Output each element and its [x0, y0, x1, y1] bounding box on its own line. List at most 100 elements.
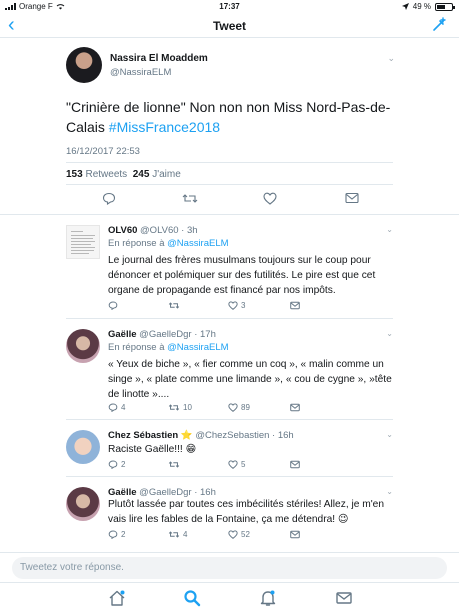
- reply-menu-chevron-icon[interactable]: ⌄: [386, 329, 393, 338]
- reply-avatar[interactable]: [66, 225, 100, 259]
- reply-author[interactable]: Gaëlle @GaelleDgr · 17h: [108, 329, 216, 340]
- tweet-menu-chevron-icon[interactable]: ⌄: [387, 53, 395, 64]
- like-button[interactable]: 89: [228, 403, 250, 412]
- retweets-count[interactable]: 153: [66, 169, 83, 180]
- message-envelope-icon: [290, 460, 300, 469]
- retweet-button[interactable]: [168, 301, 183, 310]
- clock: 17:37: [219, 2, 240, 11]
- reply-handle-time: @ChezSebastien · 16h: [195, 430, 294, 441]
- retweets-label[interactable]: Retweets: [85, 169, 127, 180]
- reply-actions: 3: [108, 301, 358, 313]
- messages-envelope-icon[interactable]: [335, 589, 353, 607]
- likes-label[interactable]: J'aime: [152, 169, 181, 180]
- in-reply-handle-link[interactable]: @NassiraELM: [167, 342, 228, 353]
- like-heart-icon: [228, 530, 238, 539]
- reply-tweet[interactable]: Gaëlle @GaelleDgr · 17h ⌄ En réponse à @…: [66, 319, 393, 420]
- reply-author-name[interactable]: OLV60: [108, 225, 137, 236]
- reply-composer: Tweetez votre réponse.: [0, 552, 459, 580]
- reply-menu-chevron-icon[interactable]: ⌄: [386, 225, 393, 234]
- author-avatar[interactable]: [66, 47, 102, 83]
- likes-count[interactable]: 245: [133, 169, 150, 180]
- reply-author[interactable]: Chez Sébastien ⭐ @ChezSebastien · 16h: [108, 430, 294, 441]
- like-heart-icon[interactable]: [263, 192, 277, 205]
- reply-input[interactable]: Tweetez votre réponse.: [12, 557, 447, 579]
- reply-text: Raciste Gaëlle!!! 😁: [108, 444, 197, 455]
- dm-button[interactable]: [290, 530, 300, 539]
- reply-actions: 2 5: [108, 460, 358, 472]
- status-right: 49 %: [401, 2, 455, 11]
- like-heart-icon: [228, 460, 238, 469]
- like-button[interactable]: 3: [228, 301, 245, 310]
- retweet-icon[interactable]: [182, 192, 198, 205]
- message-envelope-icon[interactable]: [345, 192, 359, 204]
- author-name[interactable]: Nassira El Moaddem: [110, 53, 208, 64]
- notifications-bell-icon[interactable]: [259, 589, 277, 607]
- reply-text: Le journal des frères musulmans toujours…: [108, 255, 376, 296]
- in-reply-prefix: En réponse à: [108, 342, 168, 353]
- search-icon[interactable]: [183, 589, 201, 607]
- retweet-icon: [168, 531, 180, 538]
- reply-actions: 2 4 52: [108, 530, 358, 542]
- reply-icon: [108, 530, 118, 539]
- dm-button[interactable]: [290, 301, 300, 310]
- reply-author-name[interactable]: Chez Sébastien: [108, 430, 178, 441]
- reply-icon: [108, 301, 118, 310]
- reply-handle-time: @GaelleDgr · 17h: [139, 329, 216, 340]
- like-heart-icon: [228, 403, 238, 412]
- reply-button[interactable]: 2: [108, 460, 125, 469]
- retweet-button[interactable]: [168, 460, 183, 469]
- retweet-icon: [168, 404, 180, 411]
- message-envelope-icon: [290, 403, 300, 412]
- reply-avatar[interactable]: [66, 430, 100, 464]
- compose-tweet-icon[interactable]: [431, 17, 447, 33]
- reply-icon: [108, 403, 118, 412]
- author-handle[interactable]: @NassiraELM: [110, 67, 171, 78]
- home-icon[interactable]: [108, 589, 126, 607]
- star-icon: ⭐: [180, 430, 193, 441]
- reply-avatar[interactable]: [66, 329, 100, 363]
- page-title: Tweet: [212, 19, 247, 33]
- retweet-count: 4: [183, 530, 188, 539]
- battery-label: 49 %: [412, 2, 431, 11]
- reply-tweet[interactable]: OLV60 @OLV60 · 3h ⌄ En réponse à @Nassir…: [66, 215, 393, 319]
- reply-button[interactable]: 2: [108, 530, 125, 539]
- reply-author-name[interactable]: Gaëlle: [108, 329, 137, 340]
- reply-tweet[interactable]: Chez Sébastien ⭐ @ChezSebastien · 16h ⌄ …: [66, 420, 393, 477]
- like-count: 89: [241, 403, 250, 412]
- reply-tweet[interactable]: Gaëlle @GaelleDgr · 16h ⌄ Plutôt lassée …: [66, 477, 393, 549]
- reply-avatar[interactable]: [66, 487, 100, 521]
- tweet-timestamp: 16/12/2017 22:53: [66, 146, 140, 157]
- like-count: 5: [241, 460, 246, 469]
- reply-menu-chevron-icon[interactable]: ⌄: [386, 487, 393, 496]
- in-reply-to: En réponse à @NassiraELM: [108, 238, 229, 249]
- retweet-count: 10: [183, 403, 192, 412]
- tweet-actions: [66, 184, 393, 208]
- retweet-icon: [168, 302, 180, 309]
- reply-icon: [108, 460, 118, 469]
- reply-menu-chevron-icon[interactable]: ⌄: [386, 430, 393, 439]
- dm-button[interactable]: [290, 403, 300, 412]
- main-tweet: Nassira El Moaddem @NassiraELM ⌄ "Criniè…: [0, 39, 459, 215]
- reply-text: Plutôt lassée par toutes ces imbécilités…: [108, 499, 384, 525]
- reply-count: 2: [121, 530, 126, 539]
- reply-count: 2: [121, 460, 126, 469]
- in-reply-prefix: En réponse à: [108, 238, 168, 249]
- reply-author[interactable]: OLV60 @OLV60 · 3h: [108, 225, 198, 236]
- retweet-button[interactable]: 4: [168, 530, 187, 539]
- like-button[interactable]: 5: [228, 460, 245, 469]
- reply-actions: 4 10 89: [108, 403, 358, 415]
- retweet-icon: [168, 461, 180, 468]
- reply-button[interactable]: 4: [108, 403, 125, 412]
- location-arrow-icon: [401, 3, 409, 10]
- in-reply-handle-link[interactable]: @NassiraELM: [167, 238, 228, 249]
- in-reply-to: En réponse à @NassiraELM: [108, 342, 229, 353]
- reply-icon[interactable]: [102, 192, 116, 205]
- retweet-button[interactable]: 10: [168, 403, 192, 412]
- like-button[interactable]: 52: [228, 530, 250, 539]
- tweet-stats: 153 Retweets 245 J'aime: [66, 162, 393, 180]
- status-bar: Orange F 17:37 49 %: [0, 0, 459, 14]
- dm-button[interactable]: [290, 460, 300, 469]
- message-envelope-icon: [290, 530, 300, 539]
- hashtag-link[interactable]: #MissFrance2018: [109, 119, 220, 135]
- reply-button[interactable]: [108, 301, 121, 310]
